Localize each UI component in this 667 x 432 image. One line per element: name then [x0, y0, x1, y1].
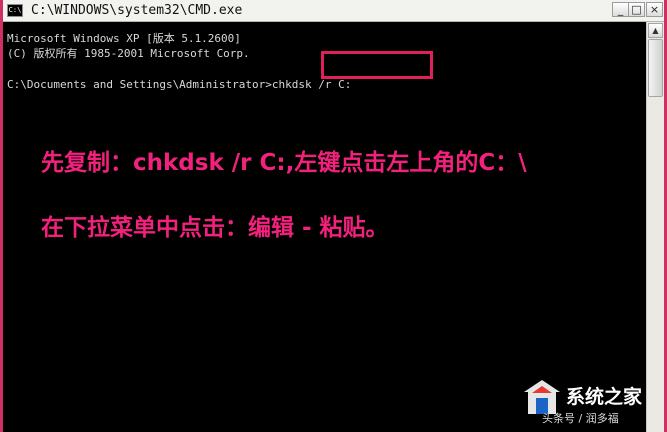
vertical-scrollbar[interactable]: ▲ [646, 22, 664, 432]
close-button[interactable]: × [646, 2, 663, 17]
scroll-thumb[interactable] [648, 39, 663, 97]
watermark-subtitle: 头条号 / 润多福 [542, 412, 619, 425]
cmd-app-icon[interactable]: C:\ [7, 4, 23, 17]
command-highlight-box [321, 51, 433, 79]
console-output[interactable]: Microsoft Windows XP [版本 5.1.2600] (C) 版… [3, 22, 646, 432]
watermark-brand: 系统之家 [566, 386, 643, 408]
minimize-button[interactable]: _ [612, 2, 629, 17]
window-title: C:\WINDOWS\system32\CMD.exe [31, 3, 243, 18]
title-bar[interactable]: C:\ C:\WINDOWS\system32\CMD.exe _ □ × [3, 0, 664, 22]
scroll-up-arrow-icon[interactable]: ▲ [648, 23, 663, 38]
watermark: 系统之家 头条号 / 润多福 [520, 376, 660, 428]
annotation-line-1: 先复制：chkdsk /r C:,左键点击左上角的C：\ [41, 150, 527, 176]
maximize-button[interactable]: □ [628, 2, 645, 17]
console-line-version: Microsoft Windows XP [版本 5.1.2600] [7, 32, 241, 45]
console-line-copyright: (C) 版权所有 1985-2001 Microsoft Corp. [7, 47, 250, 60]
cmd-window: C:\ C:\WINDOWS\system32\CMD.exe _ □ × Mi… [3, 0, 664, 432]
console-line-prompt: C:\Documents and Settings\Administrator>… [7, 78, 352, 91]
annotation-line-2: 在下拉菜单中点击：编辑 - 粘贴。 [41, 215, 389, 241]
